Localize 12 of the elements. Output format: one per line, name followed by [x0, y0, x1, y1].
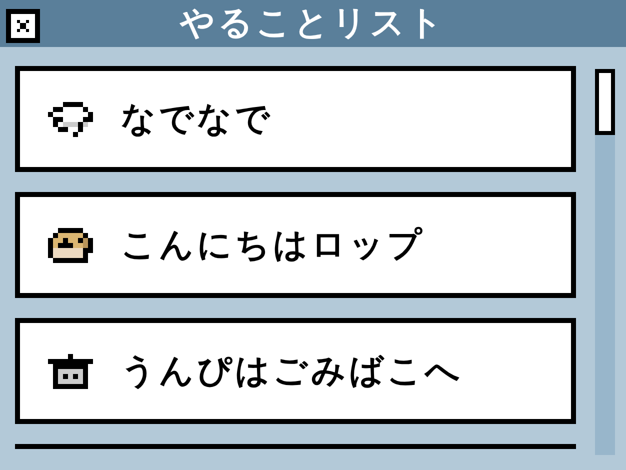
speech-bubble-icon — [48, 102, 93, 136]
item-label: うんぴはごみばこへ — [121, 350, 463, 392]
item-label: こんにちはロップ — [121, 224, 425, 266]
item-label: なでなで — [121, 98, 273, 140]
list-item[interactable]: うんぴはごみばこへ — [15, 318, 576, 424]
list-item[interactable]: こんにちはロップ — [15, 192, 576, 298]
close-button[interactable] — [6, 9, 40, 43]
scrollbar-thumb[interactable] — [595, 69, 615, 135]
dog-face-icon — [48, 228, 93, 262]
window-title: やることリスト — [180, 2, 446, 45]
list-item[interactable]: なでなで — [15, 66, 576, 172]
trash-can-icon — [48, 354, 93, 388]
